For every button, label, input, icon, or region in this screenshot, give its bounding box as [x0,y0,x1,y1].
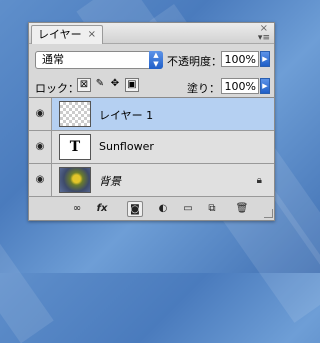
opacity-input[interactable]: 100% [221,51,259,67]
layer-row[interactable]: ◉ レイヤー 1 [29,98,274,131]
panel-footer: ∞ fx ◙ ◐ ▭ ⧉ 🗑︎ [29,199,274,219]
lock-transparent-pixels-icon[interactable]: ⊠ [77,78,91,92]
select-arrows-icon: ▲ ▼ [149,51,163,69]
lock-label: ロック： [35,82,79,95]
lock-image-pixels-icon[interactable]: ✎ [93,78,107,92]
tab-layers[interactable]: レイヤー × [31,25,103,44]
layers-panel: レイヤー × × ▾≡ 通常 ▲ ▼ 不透明度： 100% ▶ ロック： ⊠ ✎ … [28,22,275,221]
resize-grip-icon[interactable] [264,209,273,218]
layer-lock-icon: 🔒︎ [256,175,262,186]
panel-titlebar[interactable]: レイヤー × × ▾≡ [29,23,274,44]
lock-row: ロック： ⊠ ✎ ✥ ▣ 塗り： 100% ▶ [29,75,274,97]
layer-thumbnail [59,101,91,127]
new-group-icon[interactable]: ▭ [179,201,197,217]
fill-slider-arrow-icon[interactable]: ▶ [260,78,270,94]
layer-row[interactable]: ◉ T Sunflower [29,131,274,164]
panel-menu-icon[interactable]: ▾≡ [258,34,270,43]
tab-close-icon[interactable]: × [88,26,96,44]
layer-name: Sunflower [99,140,154,153]
tab-label: レイヤー [38,28,82,41]
fill-input[interactable]: 100% [221,78,259,94]
visibility-eye-icon[interactable]: ◉ [29,98,52,130]
lock-position-icon[interactable]: ✥ [108,78,122,92]
new-layer-icon[interactable]: ⧉ [203,201,221,217]
adjustment-layer-icon[interactable]: ◐ [153,201,173,217]
layers-list: ◉ レイヤー 1 ◉ T Sunflower ◉ 背景 🔒︎ [29,97,274,197]
blend-row: 通常 ▲ ▼ 不透明度： 100% ▶ [29,49,274,71]
opacity-label: 不透明度： [167,55,222,68]
blend-mode-select[interactable]: 通常 ▲ ▼ [35,51,163,69]
visibility-eye-icon[interactable]: ◉ [29,131,52,163]
layer-thumbnail [59,167,91,193]
visibility-eye-icon[interactable]: ◉ [29,164,52,196]
fx-icon[interactable]: fx [91,201,113,217]
blend-mode-value: 通常 [42,53,64,66]
layer-name: レイヤー 1 [99,109,154,122]
opacity-slider-arrow-icon[interactable]: ▶ [260,51,270,67]
text-layer-icon: T [59,134,91,160]
link-layers-icon[interactable]: ∞ [67,201,87,217]
layer-row[interactable]: ◉ 背景 🔒︎ [29,164,274,197]
delete-layer-icon[interactable]: 🗑︎ [233,201,251,217]
add-mask-icon[interactable]: ◙ [127,201,143,217]
lock-all-icon[interactable]: ▣ [125,78,139,92]
layer-name: 背景 [99,175,121,188]
fill-label: 塗り： [187,82,220,95]
